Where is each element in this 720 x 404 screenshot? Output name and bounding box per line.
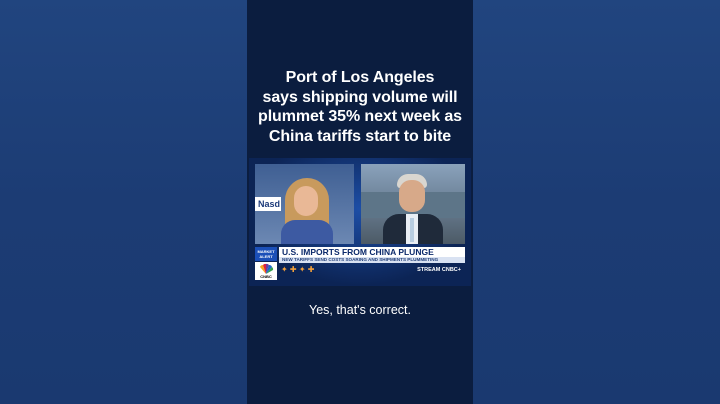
nasdaq-sign: Nasd xyxy=(255,197,281,211)
subtitle-caption: Yes, that's correct. xyxy=(309,303,411,317)
anchor-face xyxy=(294,186,318,216)
right-blur-background xyxy=(473,0,720,404)
cnbc-logo: CNBC xyxy=(255,262,277,280)
market-alert-badge: MARKET ALERT xyxy=(255,247,277,261)
guest-tie xyxy=(410,218,414,242)
headline-text: Port of Los Angeles says shipping volume… xyxy=(247,68,473,146)
headline-line: Port of Los Angeles xyxy=(285,69,435,86)
stream-cnbc-label: STREAM CNBC+ xyxy=(417,267,461,273)
anchor-video-feed: Nasd xyxy=(255,164,354,244)
left-blur-background xyxy=(0,0,247,404)
guest-video-feed xyxy=(361,164,465,244)
video-frame[interactable]: Nasd MARKET ALERT CNBC U.S. IMPORTS FROM… xyxy=(249,158,471,286)
headline-line: plummet 35% next week as xyxy=(258,108,462,125)
guest-face xyxy=(399,180,425,212)
headline-line: China tariffs start to bite xyxy=(268,127,452,145)
lower-third-banner: MARKET ALERT CNBC U.S. IMPORTS FROM CHIN… xyxy=(255,247,465,280)
ticker-subheadline: NEW TARIFFS SEND COSTS SOARING AND SHIPM… xyxy=(279,257,465,263)
anchor-body xyxy=(281,220,333,244)
ticker-headline: U.S. IMPORTS FROM CHINA PLUNGE xyxy=(279,247,465,257)
headline-line: says shipping volume will xyxy=(262,88,458,106)
cnbc-wordmark: CNBC xyxy=(260,274,272,279)
decorative-sparkle-icons: ✦ ✚ ✦ ✚ xyxy=(281,265,315,274)
